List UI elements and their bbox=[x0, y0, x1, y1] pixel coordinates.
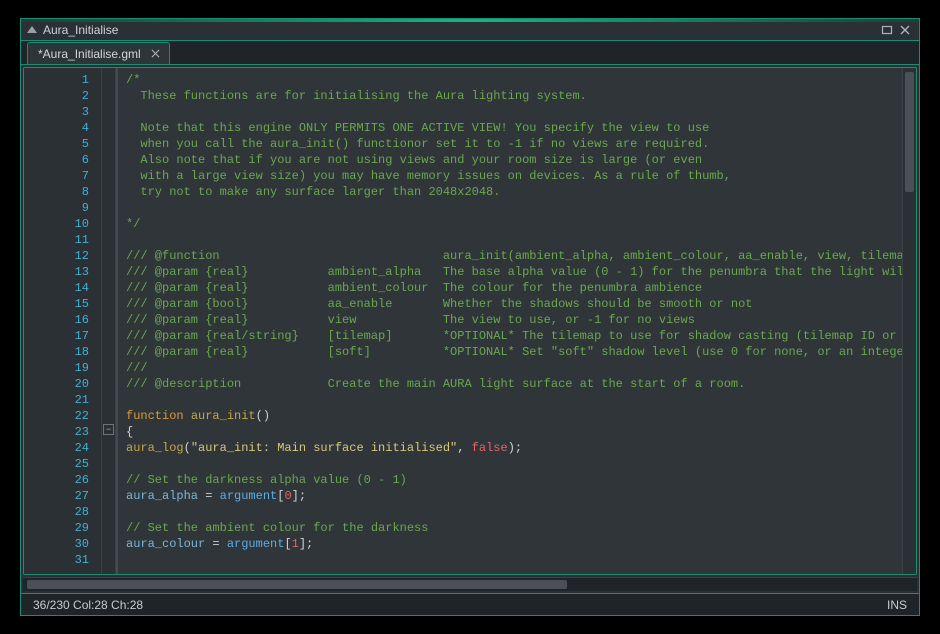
line-number: 4 bbox=[24, 120, 89, 136]
line-number: 29 bbox=[24, 520, 89, 536]
line-number: 26 bbox=[24, 472, 89, 488]
fold-column: − bbox=[102, 68, 116, 574]
editor-area: 1234567891011121314151617181920212223242… bbox=[23, 67, 917, 575]
line-number: 3 bbox=[24, 104, 89, 120]
line-number: 20 bbox=[24, 376, 89, 392]
line-number: 14 bbox=[24, 280, 89, 296]
code-line: aura_alpha = argument[0]; bbox=[126, 488, 902, 504]
code-line: aura_colour = argument[1]; bbox=[126, 536, 902, 552]
line-number: 17 bbox=[24, 328, 89, 344]
code-line: aura_log("aura_init: Main surface initia… bbox=[126, 440, 902, 456]
line-number: 31 bbox=[24, 552, 89, 568]
line-number: 12 bbox=[24, 248, 89, 264]
line-number: 25 bbox=[24, 456, 89, 472]
line-number-gutter: 1234567891011121314151617181920212223242… bbox=[24, 68, 102, 574]
code-line bbox=[126, 552, 902, 568]
line-number: 28 bbox=[24, 504, 89, 520]
line-number: 8 bbox=[24, 184, 89, 200]
insert-mode: INS bbox=[887, 598, 907, 612]
line-number: 11 bbox=[24, 232, 89, 248]
code-line bbox=[126, 232, 902, 248]
cursor-position: 36/230 Col:28 Ch:28 bbox=[33, 598, 143, 612]
tab-close-icon[interactable] bbox=[149, 47, 163, 61]
line-number: 21 bbox=[24, 392, 89, 408]
code-line: Note that this engine ONLY PERMITS ONE A… bbox=[126, 120, 902, 136]
line-number: 23 bbox=[24, 424, 89, 440]
code-line bbox=[126, 200, 902, 216]
code-line: /// @param {real} view The view to use, … bbox=[126, 312, 902, 328]
vertical-scrollbar[interactable] bbox=[902, 68, 916, 574]
horizontal-scrollbar[interactable] bbox=[23, 577, 917, 591]
line-number: 1 bbox=[24, 72, 89, 88]
horizontal-scrollbar-thumb[interactable] bbox=[27, 580, 567, 589]
code-line: { bbox=[126, 424, 902, 440]
code-line: /// @param {real} ambient_colour The col… bbox=[126, 280, 902, 296]
line-number: 6 bbox=[24, 152, 89, 168]
code-line: with a large view size) you may have mem… bbox=[126, 168, 902, 184]
line-number: 15 bbox=[24, 296, 89, 312]
line-number: 2 bbox=[24, 88, 89, 104]
code-line: /// @function aura_init(ambient_alpha, a… bbox=[126, 248, 902, 264]
code-line: /// bbox=[126, 360, 902, 376]
line-number: 10 bbox=[24, 216, 89, 232]
code-line: when you call the aura_init() functionor… bbox=[126, 136, 902, 152]
code-line bbox=[126, 504, 902, 520]
line-number: 19 bbox=[24, 360, 89, 376]
tab-label: *Aura_Initialise.gml bbox=[38, 47, 141, 61]
titlebar[interactable]: Aura_Initialise bbox=[21, 19, 919, 41]
code-line: These functions are for initialising the… bbox=[126, 88, 902, 104]
line-number: 5 bbox=[24, 136, 89, 152]
line-number: 9 bbox=[24, 200, 89, 216]
status-bar: 36/230 Col:28 Ch:28 INS bbox=[21, 593, 919, 615]
vertical-scrollbar-thumb[interactable] bbox=[905, 72, 914, 192]
code-line: */ bbox=[126, 216, 902, 232]
code-line: // Set the darkness alpha value (0 - 1) bbox=[126, 472, 902, 488]
code-area[interactable]: /* These functions are for initialising … bbox=[116, 68, 902, 574]
editor-window: Aura_Initialise *Aura_Initialise.gml 123… bbox=[20, 18, 920, 616]
window-title: Aura_Initialise bbox=[43, 23, 118, 37]
code-line bbox=[126, 456, 902, 472]
code-line: Also note that if you are not using view… bbox=[126, 152, 902, 168]
code-line bbox=[126, 104, 902, 120]
maximize-button[interactable] bbox=[879, 23, 895, 37]
code-line: // Set the ambient colour for the darkne… bbox=[126, 520, 902, 536]
tab-bar: *Aura_Initialise.gml bbox=[21, 41, 919, 65]
code-line: function aura_init() bbox=[126, 408, 902, 424]
code-line bbox=[126, 392, 902, 408]
code-line: /* bbox=[126, 72, 902, 88]
line-number: 27 bbox=[24, 488, 89, 504]
line-number: 22 bbox=[24, 408, 89, 424]
line-number: 24 bbox=[24, 440, 89, 456]
code-line: /// @param {real} [soft] *OPTIONAL* Set … bbox=[126, 344, 902, 360]
code-line: /// @param {real} ambient_alpha The base… bbox=[126, 264, 902, 280]
line-number: 16 bbox=[24, 312, 89, 328]
line-number: 13 bbox=[24, 264, 89, 280]
app-icon bbox=[27, 26, 37, 33]
code-line: try not to make any surface larger than … bbox=[126, 184, 902, 200]
line-number: 18 bbox=[24, 344, 89, 360]
line-number: 30 bbox=[24, 536, 89, 552]
close-button[interactable] bbox=[897, 23, 913, 37]
code-line: /// @param {real/string} [tilemap] *OPTI… bbox=[126, 328, 902, 344]
tab-file[interactable]: *Aura_Initialise.gml bbox=[27, 42, 170, 64]
code-line: /// @description Create the main AURA li… bbox=[126, 376, 902, 392]
code-line: /// @param {bool} aa_enable Whether the … bbox=[126, 296, 902, 312]
fold-marker-icon[interactable]: − bbox=[103, 424, 114, 435]
titlebar-accent bbox=[21, 19, 919, 22]
line-number: 7 bbox=[24, 168, 89, 184]
